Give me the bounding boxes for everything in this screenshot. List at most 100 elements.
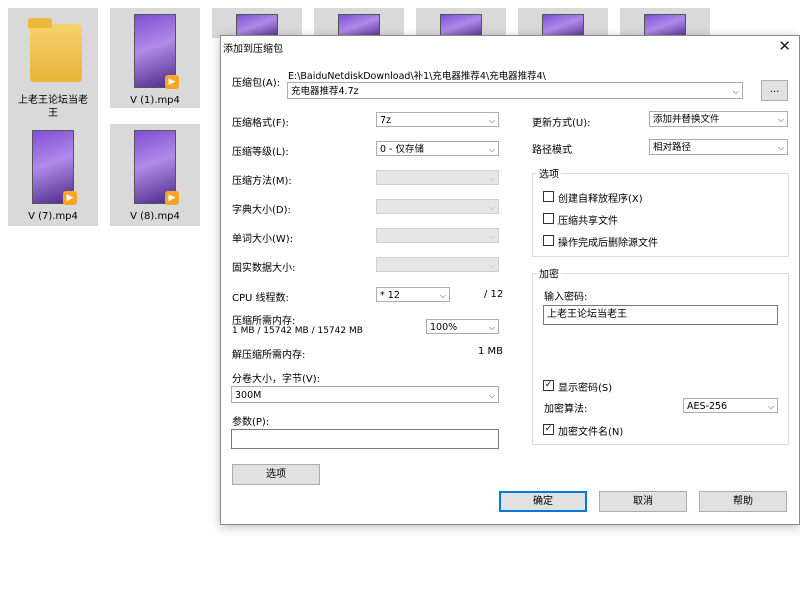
video-thumbnail-icon: ▶: [134, 14, 179, 89]
archive-label: 压缩包(A):: [232, 78, 281, 89]
mem-comp-label: 压缩所需内存:: [232, 316, 296, 327]
path-value: 相对路径: [653, 142, 692, 153]
mem-percent-value: 100%: [430, 322, 458, 333]
encrypt-method-label: 加密算法:: [544, 404, 588, 415]
video-tile-v8[interactable]: ▶ V (8).mp4: [110, 124, 200, 226]
cpu-total: / 12: [484, 289, 504, 300]
chevron-down-icon: ⌵: [488, 203, 495, 212]
dialog-title: 添加到压缩包: [223, 44, 283, 55]
params-input[interactable]: [231, 429, 499, 449]
encrypt-method-value: AES-256: [687, 401, 728, 412]
video-tile-v1[interactable]: ▶ V (1).mp4: [110, 8, 200, 108]
shared-label: 压缩共享文件: [558, 216, 618, 227]
format-select[interactable]: 7z ⌵: [376, 112, 499, 127]
folder-name: 上老王论坛当老王: [18, 95, 88, 119]
video-tile[interactable]: [314, 8, 404, 40]
browse-button[interactable]: ...: [761, 80, 788, 101]
word-label: 单词大小(W):: [232, 234, 294, 245]
options-group-title: 选项: [537, 165, 561, 181]
chevron-down-icon: ⌵: [488, 116, 495, 125]
archive-path: E:\BaiduNetdiskDownload\补1\充电器推荐4\充电器推荐4…: [288, 71, 546, 82]
format-value: 7z: [380, 115, 392, 126]
video-thumbnail-icon: ▶: [32, 130, 77, 205]
update-value: 添加并替换文件: [653, 114, 720, 125]
video-tile-v7[interactable]: ▶ V (7).mp4: [8, 124, 98, 226]
video-name: V (1).mp4: [130, 95, 180, 106]
play-icon: ▶: [63, 191, 77, 205]
mem-percent-select[interactable]: 100% ⌵: [426, 319, 499, 334]
folder-tile[interactable]: 上老王论坛当老王: [8, 8, 98, 124]
options-group: 选项 创建自释放程序(X) 压缩共享文件 操作完成后删除源文件: [532, 165, 789, 257]
play-icon: ▶: [165, 75, 179, 89]
chevron-down-icon: ⌵: [488, 323, 495, 332]
solid-label: 固实数据大小:: [232, 263, 296, 274]
update-label: 更新方式(U):: [532, 118, 591, 129]
delete-checkbox[interactable]: [543, 235, 554, 246]
dict-label: 字典大小(D):: [232, 205, 291, 216]
solid-select[interactable]: ⌵: [376, 257, 499, 272]
video-tile[interactable]: [620, 8, 710, 40]
mem-comp-value: 1 MB / 15742 MB / 15742 MB: [232, 326, 363, 336]
level-label: 压缩等级(L):: [232, 147, 289, 158]
folder-icon: [28, 18, 82, 82]
show-password-checkbox[interactable]: ✓: [543, 380, 554, 391]
split-value: 300M: [235, 390, 262, 401]
help-button[interactable]: 帮助: [699, 491, 787, 512]
chevron-down-icon: ⌵: [488, 145, 495, 154]
mem-decomp-value: 1 MB: [478, 346, 504, 357]
delete-label: 操作完成后删除源文件: [558, 238, 658, 249]
dialog-titlebar: 添加到压缩包 ✕: [221, 36, 799, 58]
encryption-group: 加密 输入密码: 上老王论坛当老王 ✓ 显示密码(S) 加密算法: AES-25…: [532, 265, 789, 445]
word-select[interactable]: ⌵: [376, 228, 499, 243]
chevron-down-icon: ⌵: [488, 391, 495, 400]
format-label: 压缩格式(F):: [232, 118, 289, 129]
level-value: 0 - 仅存储: [380, 144, 425, 155]
password-label: 输入密码:: [544, 292, 588, 303]
chevron-down-icon: ⌵: [777, 143, 784, 152]
options-button[interactable]: 选项: [232, 464, 320, 485]
close-icon[interactable]: ✕: [778, 37, 791, 55]
encrypt-names-label: 加密文件名(N): [558, 427, 624, 438]
cpu-select[interactable]: * 12 ⌵: [376, 287, 450, 302]
video-tile[interactable]: [212, 8, 302, 40]
encrypt-names-checkbox[interactable]: ✓: [543, 424, 554, 435]
video-name: V (8).mp4: [130, 211, 180, 222]
sfx-checkbox[interactable]: [543, 191, 554, 202]
archive-name: 充电器推荐4.7z: [291, 86, 359, 97]
level-select[interactable]: 0 - 仅存储 ⌵: [376, 141, 499, 156]
split-label: 分卷大小，字节(V):: [232, 374, 321, 385]
chevron-down-icon: ⌵: [777, 115, 784, 124]
update-select[interactable]: 添加并替换文件 ⌵: [649, 111, 788, 127]
params-label: 参数(P):: [232, 417, 270, 428]
shared-checkbox[interactable]: [543, 213, 554, 224]
mem-decomp-label: 解压缩所需内存:: [232, 350, 306, 361]
show-password-label: 显示密码(S): [558, 383, 613, 394]
cpu-value: * 12: [380, 290, 400, 301]
split-select[interactable]: 300M ⌵: [231, 386, 499, 403]
video-tile[interactable]: [518, 8, 608, 40]
dict-select[interactable]: ⌵: [376, 199, 499, 214]
path-select[interactable]: 相对路径 ⌵: [649, 139, 788, 155]
cancel-button[interactable]: 取消: [599, 491, 687, 512]
chevron-down-icon: ⌵: [488, 261, 495, 270]
add-to-archive-dialog: 添加到压缩包 ✕ 压缩包(A): E:\BaiduNetdiskDownload…: [220, 35, 800, 525]
play-icon: ▶: [165, 191, 179, 205]
chevron-down-icon: ⌵: [732, 87, 739, 96]
video-thumbnail-icon: ▶: [134, 130, 179, 205]
chevron-down-icon: ⌵: [767, 402, 774, 411]
video-tile[interactable]: [416, 8, 506, 40]
method-select[interactable]: ⌵: [376, 170, 499, 185]
chevron-down-icon: ⌵: [488, 174, 495, 183]
encrypt-method-select[interactable]: AES-256 ⌵: [683, 398, 778, 413]
method-label: 压缩方法(M):: [232, 176, 292, 187]
ok-button[interactable]: 确定: [499, 491, 587, 512]
cpu-label: CPU 线程数:: [232, 293, 289, 304]
archive-name-combo[interactable]: 充电器推荐4.7z ⌵: [287, 82, 743, 99]
chevron-down-icon: ⌵: [439, 291, 446, 300]
sfx-label: 创建自释放程序(X): [558, 194, 643, 205]
password-input[interactable]: 上老王论坛当老王: [543, 305, 778, 325]
path-label: 路径模式: [532, 145, 572, 156]
video-name: V (7).mp4: [28, 211, 78, 222]
chevron-down-icon: ⌵: [488, 232, 495, 241]
encryption-group-title: 加密: [537, 265, 561, 281]
